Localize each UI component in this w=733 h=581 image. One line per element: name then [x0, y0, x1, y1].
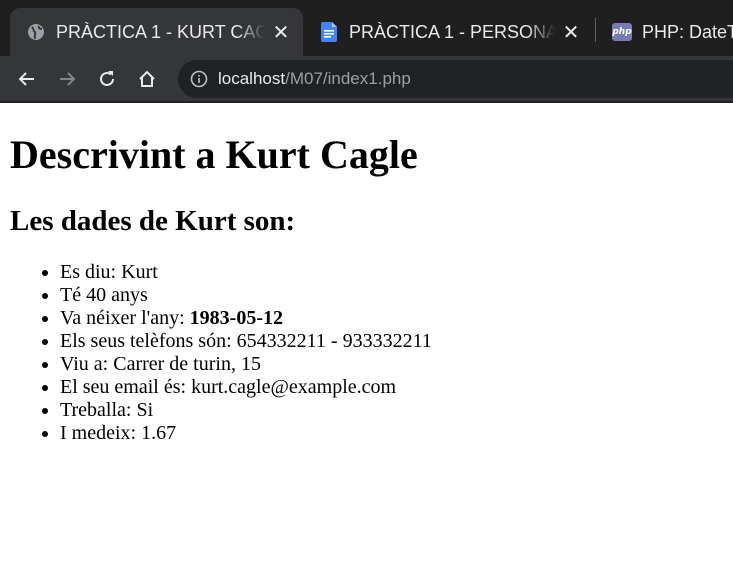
close-tab-icon[interactable]: ✕ — [271, 20, 291, 45]
close-tab-icon[interactable]: ✕ — [561, 20, 581, 45]
item-value: 40 anys — [86, 284, 148, 306]
list-item-name: Es diu: Kurt — [60, 261, 432, 284]
reload-icon — [100, 71, 114, 86]
back-button[interactable] — [12, 64, 42, 94]
item-label: Viu a: — [60, 353, 114, 375]
item-label: Té — [60, 284, 87, 306]
arrow-right-icon — [60, 72, 76, 86]
page-content: Descrivint a Kurt Cagle Les dades de Kur… — [0, 103, 733, 581]
arrow-left-icon — [18, 72, 34, 86]
home-icon — [139, 70, 155, 87]
item-value: 1983-05-12 — [189, 307, 283, 329]
list-item-address: Viu a: Carrer de turin, 15 — [60, 353, 432, 376]
list-item-email: El seu email és: kurt.cagle@example.com — [60, 376, 432, 399]
item-value: Carrer de turin, 15 — [113, 353, 261, 375]
item-value: Kurt — [121, 261, 158, 283]
list-item-phones: Els seus telèfons són: 654332211 - 93333… — [60, 330, 432, 353]
google-docs-icon — [319, 22, 339, 42]
list-item-birthdate: Va néixer l'any: 1983-05-12 — [60, 307, 432, 330]
info-icon[interactable] — [190, 70, 208, 88]
list-item-age: Té 40 anys — [60, 284, 432, 307]
item-label: Va néixer l'any: — [60, 307, 190, 329]
tab-title: PRÀCTICA 1 - KURT CAGLE — [56, 21, 265, 43]
tab-strip: PRÀCTICA 1 - KURT CAGLE ✕ PRÀCTICA 1 - P… — [0, 0, 733, 56]
item-value: 654332211 - 933332211 — [236, 330, 432, 352]
item-label: Els seus telèfons són: — [60, 330, 237, 352]
php-icon: php — [612, 22, 632, 42]
item-label: Es diu: — [60, 261, 122, 283]
browser-toolbar: localhost/M07/index1.php — [0, 56, 733, 103]
item-label: I medeix: — [60, 422, 142, 444]
url-host: localhost — [218, 69, 286, 88]
tab-title: PHP: DateTime — [642, 21, 733, 42]
list-item-works: Treballa: Si — [60, 399, 432, 422]
item-value: kurt.cagle@example.com — [191, 376, 397, 398]
item-value: 1.67 — [141, 422, 177, 444]
globe-icon — [26, 22, 46, 42]
tab-title: PRÀCTICA 1 - PERSONAL — [349, 21, 555, 43]
address-bar[interactable]: localhost/M07/index1.php — [178, 60, 733, 98]
page-subtitle: Les dades de Kurt son: — [10, 205, 296, 237]
tab-practica-personal[interactable]: PRÀCTICA 1 - PERSONAL ✕ — [303, 8, 593, 56]
tab-practica-kurt-cagle[interactable]: PRÀCTICA 1 - KURT CAGLE ✕ — [10, 8, 303, 56]
tab-php-datetime[interactable]: php PHP: DateTime — [596, 8, 733, 56]
item-value: Si — [136, 399, 154, 421]
list-item-height: I medeix: 1.67 — [60, 422, 432, 445]
item-label: Treballa: — [60, 399, 137, 421]
forward-button[interactable] — [52, 64, 82, 94]
page-title: Descrivint a Kurt Cagle — [10, 132, 418, 177]
personal-data-list: Es diu: Kurt Té 40 anys Va néixer l'any:… — [0, 261, 432, 445]
item-label: El seu email és: — [60, 376, 192, 398]
home-button[interactable] — [132, 64, 162, 94]
url-path: /M07/index1.php — [285, 69, 411, 88]
reload-button[interactable] — [92, 64, 122, 94]
